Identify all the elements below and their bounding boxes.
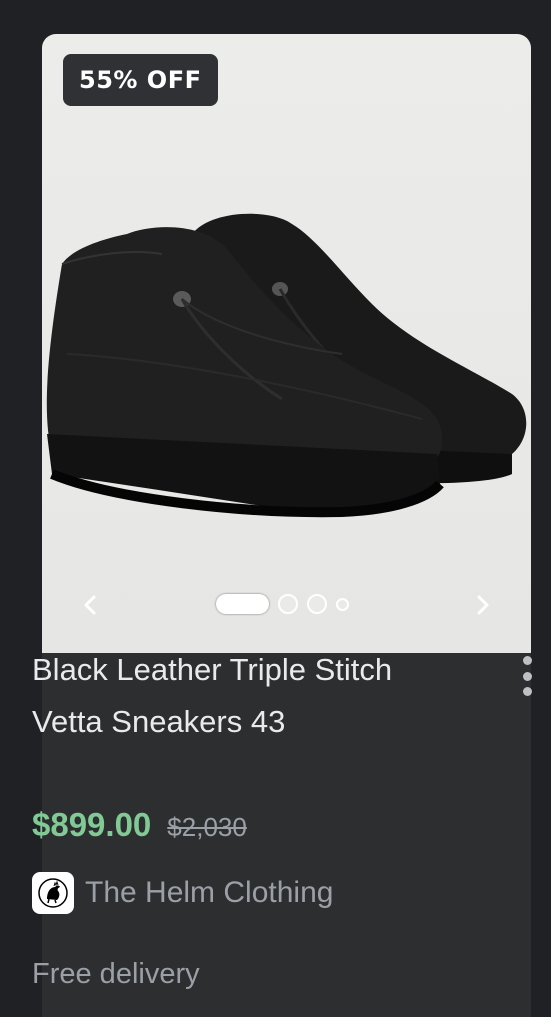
chevron-left-icon	[84, 595, 96, 615]
chevron-right-icon	[477, 595, 489, 615]
product-price: $899.00	[32, 806, 152, 843]
carousel-dot-active[interactable]	[216, 594, 269, 614]
carousel-indicator	[216, 594, 349, 614]
rooster-icon	[38, 878, 68, 908]
product-title[interactable]: Black Leather Triple Stitch Vetta Sneake…	[32, 644, 452, 748]
discount-badge: 55% OFF	[63, 54, 218, 106]
price-row: $899.00 $2,030	[32, 806, 247, 844]
seller-row[interactable]: The Helm Clothing	[32, 872, 333, 914]
seller-name[interactable]: The Helm Clothing	[85, 876, 333, 910]
product-card[interactable]: 55% OFF	[42, 34, 531, 1017]
seller-logo	[32, 872, 74, 914]
more-options-icon[interactable]	[516, 656, 538, 696]
carousel-dot[interactable]	[278, 594, 298, 614]
carousel-prev-button[interactable]	[76, 588, 104, 622]
delivery-info: Free delivery	[32, 958, 200, 990]
carousel-next-button[interactable]	[469, 588, 497, 622]
carousel-dot[interactable]	[336, 597, 349, 611]
original-price: $2,030	[167, 812, 247, 842]
product-image	[46, 213, 527, 518]
carousel-dot[interactable]	[307, 594, 327, 614]
product-image-carousel[interactable]: 55% OFF	[42, 34, 531, 653]
